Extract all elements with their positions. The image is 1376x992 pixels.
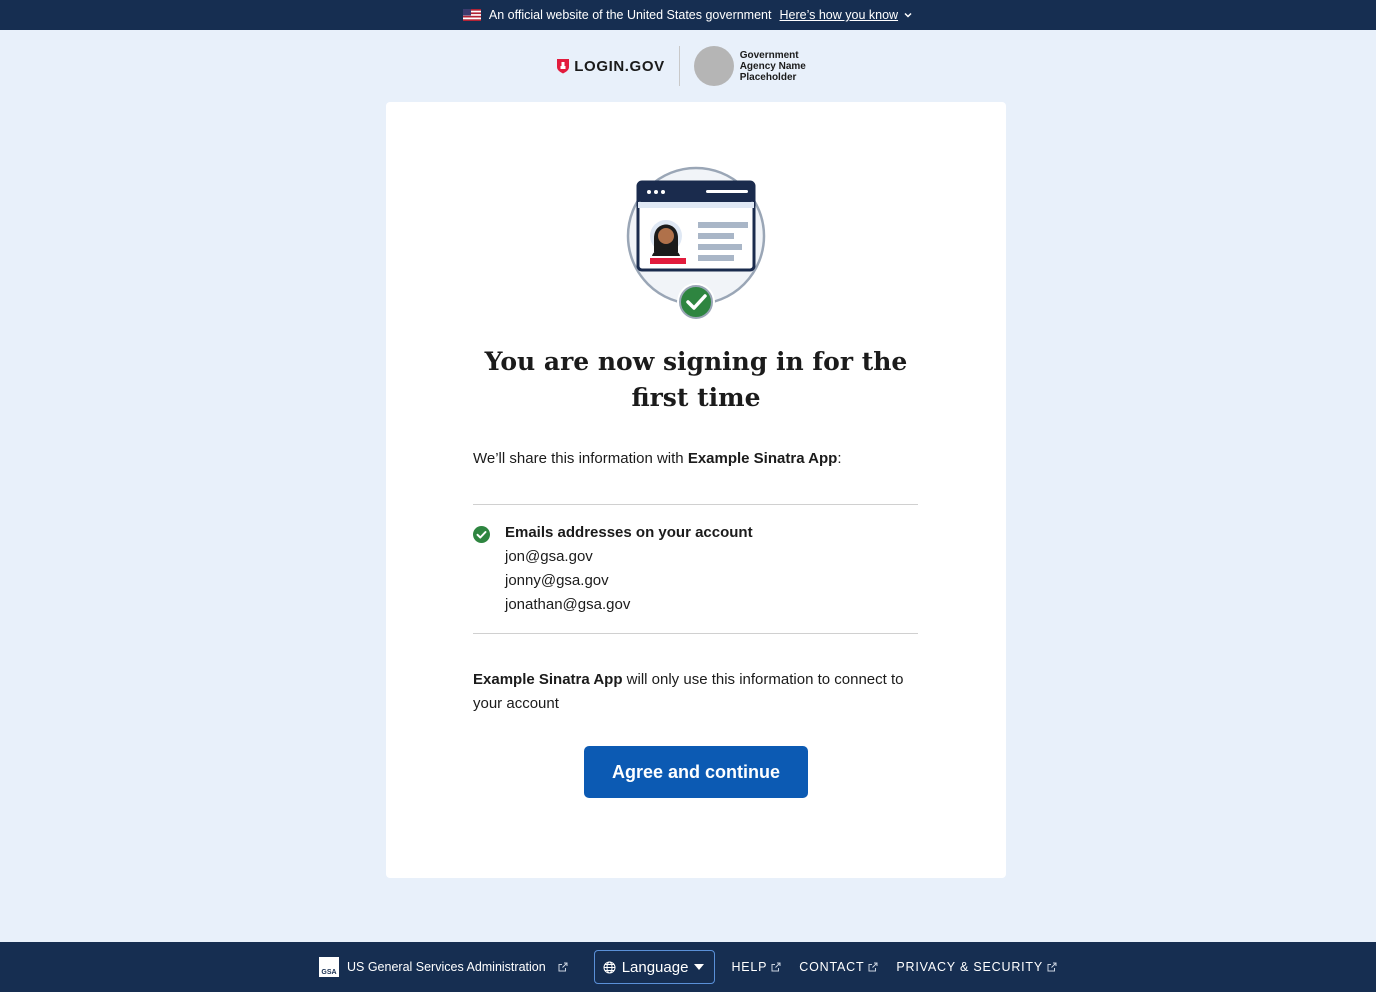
email-item: jon@gsa.gov bbox=[505, 548, 593, 565]
agency-name: Government Agency Name Placeholder bbox=[740, 50, 820, 83]
agree-and-continue-button[interactable]: Agree and continue bbox=[584, 746, 808, 798]
gsa-link[interactable]: GSA US General Services Administration bbox=[318, 957, 568, 977]
app-name: Example Sinatra App bbox=[473, 671, 623, 688]
gsa-label[interactable]: US General Services Administration bbox=[347, 960, 546, 974]
consent-card: You are now signing in for the first tim… bbox=[386, 102, 1006, 878]
help-label[interactable]: HELP bbox=[731, 960, 767, 974]
external-link-icon bbox=[1047, 962, 1057, 972]
email-item: jonathan@gsa.gov bbox=[505, 596, 631, 613]
how-you-know-link[interactable]: Here’s how you know bbox=[779, 8, 913, 22]
external-link-icon bbox=[558, 962, 568, 972]
help-link[interactable]: HELP bbox=[731, 960, 781, 974]
logo-divider bbox=[678, 46, 680, 86]
attribute-title: Emails addresses on your account bbox=[505, 524, 753, 541]
page-title: You are now signing in for the first tim… bbox=[484, 347, 908, 412]
agency-name-line: Government bbox=[739, 49, 799, 61]
intro-suffix: : bbox=[837, 450, 842, 467]
external-link-icon bbox=[868, 962, 878, 972]
external-link-icon bbox=[771, 962, 781, 972]
contact-link[interactable]: CONTACT bbox=[799, 960, 878, 974]
privacy-label[interactable]: PRIVACY & SECURITY bbox=[896, 960, 1043, 974]
language-select[interactable]: Language bbox=[593, 950, 716, 984]
share-intro: We’ll share this information with Exampl… bbox=[473, 450, 933, 467]
contact-label[interactable]: CONTACT bbox=[799, 960, 864, 974]
official-site-text: An official website of the United States… bbox=[488, 8, 772, 22]
agency-placeholder-image bbox=[693, 46, 734, 86]
site-header: LOGIN.GOV Government Agency Name Placeho… bbox=[0, 30, 1376, 102]
language-label[interactable]: Language bbox=[622, 959, 689, 976]
agency-name-line: Placeholder bbox=[739, 71, 797, 83]
check-circle-icon bbox=[473, 526, 490, 543]
privacy-security-link[interactable]: PRIVACY & SECURITY bbox=[896, 960, 1057, 974]
divider bbox=[473, 633, 918, 634]
how-you-know-label[interactable]: Here’s how you know bbox=[779, 8, 898, 22]
intro-prefix: We’ll share this information with bbox=[473, 450, 688, 467]
divider bbox=[473, 504, 918, 505]
caret-down-icon[interactable] bbox=[694, 964, 705, 970]
gov-banner: An official website of the United States… bbox=[0, 0, 1376, 30]
logo-text: LOGIN.GOV bbox=[574, 57, 665, 75]
agency-logo: Government Agency Name Placeholder bbox=[693, 46, 820, 86]
gsa-logo: GSA bbox=[318, 957, 339, 977]
id-card-illustration bbox=[626, 166, 766, 321]
globe-icon bbox=[603, 961, 616, 973]
chevron-down-icon[interactable] bbox=[903, 10, 913, 20]
login-gov-logo[interactable]: LOGIN.GOV bbox=[556, 58, 678, 75]
site-footer: GSA US General Services Administration L… bbox=[0, 942, 1376, 992]
login-shield-icon bbox=[557, 59, 570, 74]
agency-name-line: Agency Name bbox=[739, 60, 806, 72]
usage-statement: Example Sinatra App will only use this i… bbox=[473, 668, 923, 716]
app-name: Example Sinatra App bbox=[687, 450, 838, 467]
us-flag-icon bbox=[462, 9, 481, 21]
email-item: jonny@gsa.gov bbox=[505, 572, 609, 589]
